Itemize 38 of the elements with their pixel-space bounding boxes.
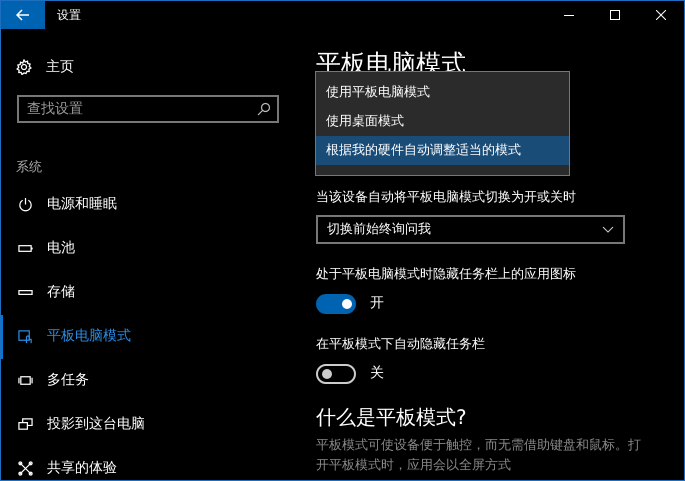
- nav-icon: [18, 417, 33, 432]
- toggle-switch[interactable]: [316, 294, 356, 314]
- close-icon: [656, 10, 666, 20]
- setting-label: 处于平板电脑模式时隐藏任务栏上的应用图标: [316, 266, 577, 284]
- nav-item[interactable]: 平板电脑模式: [1, 314, 299, 358]
- nav-icon: [18, 197, 33, 212]
- toggle-switch[interactable]: [316, 364, 356, 384]
- setting-label: 当该设备自动将平板电脑模式切换为开或关时: [316, 189, 577, 207]
- toggle-state: 开: [370, 294, 384, 313]
- nav-item[interactable]: 投影到这台电脑: [1, 402, 299, 446]
- section-heading: 系统: [16, 159, 43, 177]
- nav-item[interactable]: 共享的体验: [1, 446, 299, 480]
- setting-label: 在平板模式下自动隐藏任务栏: [316, 336, 486, 354]
- menu-option[interactable]: 使用平板电脑模式: [316, 78, 569, 107]
- nav-item[interactable]: 电池: [1, 226, 299, 270]
- nav-item[interactable]: 存储: [1, 270, 299, 314]
- maximize-icon: [610, 10, 620, 20]
- toggle-state: 关: [370, 364, 384, 383]
- chevron-down-icon: [602, 226, 614, 233]
- nav-icon: [18, 329, 33, 344]
- minimize-icon: [564, 14, 574, 16]
- nav-icon: [18, 373, 33, 388]
- window-title: 设置: [57, 7, 81, 24]
- menu-option[interactable]: 使用桌面模式: [316, 107, 569, 136]
- nav-icon: [18, 461, 33, 476]
- back-arrow-icon: [16, 9, 30, 21]
- select-box[interactable]: 切换前始终询问我: [316, 215, 625, 244]
- menu-option[interactable]: 根据我的硬件自动调整适当的模式: [316, 136, 569, 165]
- home-link[interactable]: 主页: [46, 56, 74, 78]
- description-text: 开平板模式时，应用会以全屏方式: [316, 457, 512, 475]
- nav-item[interactable]: 多任务: [1, 358, 299, 402]
- section-heading: 什么是平板模式?: [316, 404, 468, 430]
- settings-icon: [16, 59, 32, 75]
- search-icon: [257, 102, 271, 116]
- nav-item[interactable]: 电源和睡眠: [1, 182, 299, 226]
- description-text: 平板模式可使设备便于触控，而无需借助键盘和鼠标。打: [316, 437, 642, 455]
- search-field[interactable]: 查找设置: [17, 95, 279, 123]
- back-button[interactable]: [1, 1, 45, 29]
